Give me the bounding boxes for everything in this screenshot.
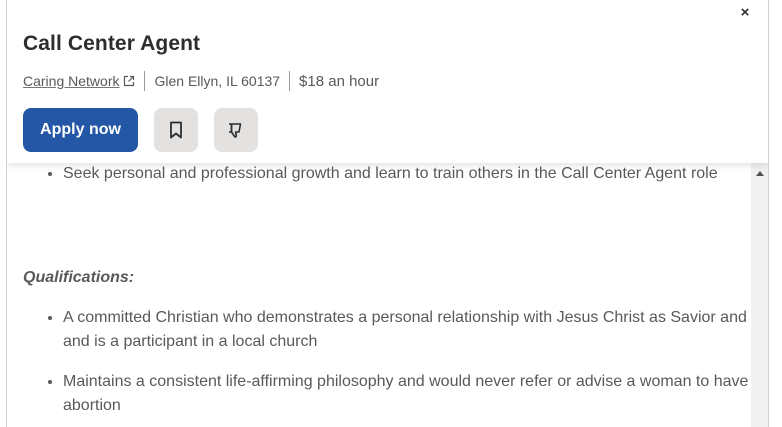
bookmark-icon [170, 121, 182, 139]
meta-divider [289, 71, 291, 91]
not-interested-button[interactable] [214, 108, 258, 152]
scrollbar[interactable] [751, 163, 768, 427]
list-item: A committed Christian who demonstrates a… [63, 306, 752, 354]
job-details-panel: × Call Center Agent Caring Network Glen … [6, 0, 769, 427]
company-name: Caring Network [23, 73, 120, 89]
qualifications-heading: Qualifications: [23, 269, 135, 286]
close-button[interactable]: × [736, 4, 754, 22]
list-item: Seek personal and professional growth an… [63, 163, 752, 186]
thumbs-down-icon [229, 123, 242, 138]
responsibilities-list: Seek personal and professional growth an… [7, 163, 752, 186]
job-description: Seek personal and professional growth an… [7, 163, 752, 427]
job-salary: $18 an hour [299, 72, 380, 90]
scroll-up-arrow-icon[interactable] [756, 171, 764, 176]
job-actions: Apply now [23, 108, 258, 152]
qualifications-list: A committed Christian who demonstrates a… [7, 306, 752, 427]
job-location: Glen Ellyn, IL 60137 [154, 73, 281, 89]
save-job-button[interactable] [154, 108, 198, 152]
company-link[interactable]: Caring Network [23, 73, 135, 89]
job-meta: Caring Network Glen Ellyn, IL 60137 $18 … [23, 70, 379, 92]
close-icon: × [740, 4, 750, 21]
job-header: × Call Center Agent Caring Network Glen … [7, 0, 768, 163]
job-title: Call Center Agent [23, 32, 201, 55]
list-item: Maintains a consistent life-affirming ph… [63, 370, 752, 418]
meta-divider [144, 71, 146, 91]
external-link-icon [124, 75, 135, 87]
apply-now-button[interactable]: Apply now [23, 108, 138, 152]
